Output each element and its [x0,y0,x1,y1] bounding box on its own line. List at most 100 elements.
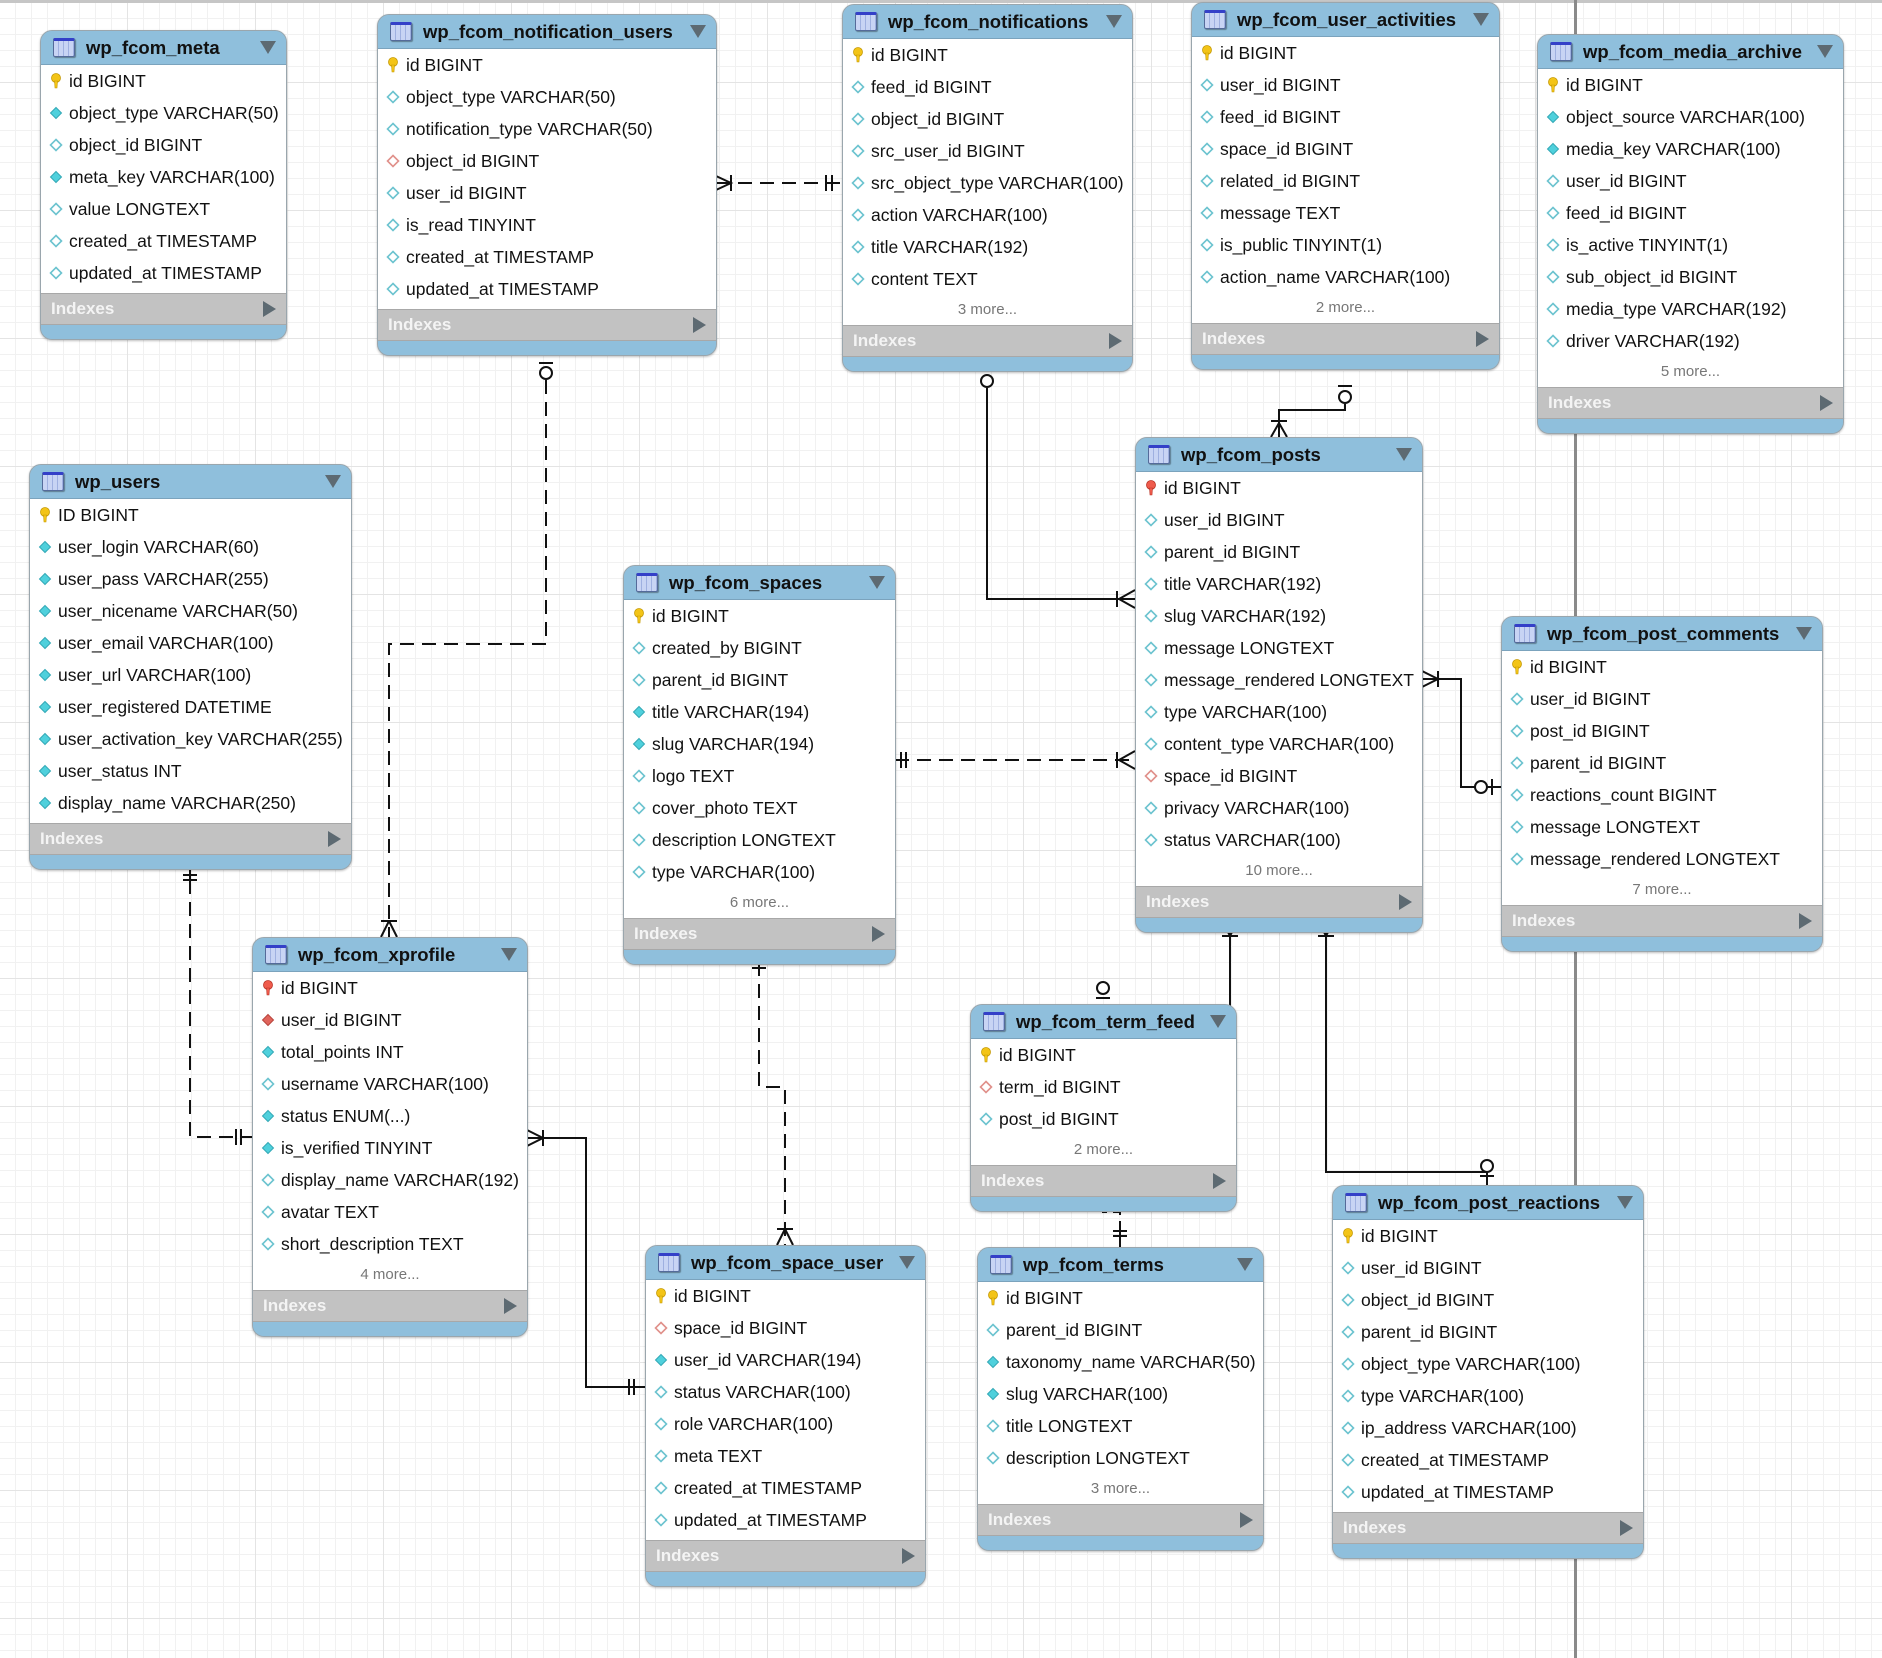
table-header[interactable]: wp_fcom_posts [1136,438,1422,472]
column-row[interactable]: type VARCHAR(100) [624,856,895,888]
indexes-section[interactable]: Indexes [41,293,286,325]
table-header[interactable]: wp_fcom_notification_users [378,15,716,49]
rel-spaces-space-user[interactable] [752,958,794,1246]
table-header[interactable]: wp_fcom_post_comments [1502,617,1822,651]
column-row[interactable]: object_id BIGINT [1333,1284,1643,1316]
column-row[interactable]: action VARCHAR(100) [843,199,1132,231]
column-row[interactable]: id BIGINT [1192,37,1499,69]
table-header[interactable]: wp_fcom_media_archive [1538,35,1843,69]
table-notifications[interactable]: wp_fcom_notifications id BIGINT feed_id BI… [842,4,1133,372]
column-row[interactable]: object_type VARCHAR(100) [1333,1348,1643,1380]
column-row[interactable]: description LONGTEXT [624,824,895,856]
collapse-toggle-icon[interactable] [1473,13,1489,26]
column-row[interactable]: driver VARCHAR(192) [1538,325,1843,357]
table-post-comments[interactable]: wp_fcom_post_comments id BIGINT user_id BI… [1501,616,1823,952]
column-row[interactable]: role VARCHAR(100) [646,1408,925,1440]
column-row[interactable]: id BIGINT [624,600,895,632]
table-user-activities[interactable]: wp_fcom_user_activities id BIGINT user_id … [1191,2,1500,370]
expand-arrow-icon[interactable] [902,1548,915,1564]
column-row[interactable]: space_id BIGINT [1192,133,1499,165]
table-header[interactable]: wp_fcom_terms [978,1248,1263,1282]
column-row[interactable]: user_url VARCHAR(100) [30,659,351,691]
column-row[interactable]: parent_id BIGINT [1333,1316,1643,1348]
column-row[interactable]: media_key VARCHAR(100) [1538,133,1843,165]
column-row[interactable]: id BIGINT [1333,1220,1643,1252]
expand-arrow-icon[interactable] [693,317,706,333]
expand-arrow-icon[interactable] [1240,1512,1253,1528]
column-row[interactable]: user_id BIGINT [378,177,716,209]
more-columns-link[interactable]: 2 more... [1192,293,1499,323]
column-row[interactable]: description LONGTEXT [978,1442,1263,1474]
collapse-toggle-icon[interactable] [325,475,341,488]
column-row[interactable]: user_pass VARCHAR(255) [30,563,351,595]
column-row[interactable]: type VARCHAR(100) [1136,696,1422,728]
table-header[interactable]: wp_fcom_meta [41,31,286,65]
column-row[interactable]: user_registered DATETIME [30,691,351,723]
column-row[interactable]: id BIGINT [843,39,1132,71]
table-meta[interactable]: wp_fcom_meta id BIGINT object_type VARCHAR… [40,30,287,340]
table-header[interactable]: wp_fcom_space_user [646,1246,925,1280]
column-row[interactable]: updated_at TIMESTAMP [378,273,716,305]
column-row[interactable]: display_name VARCHAR(192) [253,1164,527,1196]
collapse-toggle-icon[interactable] [869,576,885,589]
column-row[interactable]: updated_at TIMESTAMP [41,257,286,289]
more-columns-link[interactable]: 10 more... [1136,856,1422,886]
column-row[interactable]: id BIGINT [1136,472,1422,504]
more-columns-link[interactable]: 2 more... [971,1135,1236,1165]
column-row[interactable]: cover_photo TEXT [624,792,895,824]
column-row[interactable]: user_id VARCHAR(194) [646,1344,925,1376]
column-row[interactable]: message LONGTEXT [1136,632,1422,664]
more-columns-link[interactable]: 3 more... [978,1474,1263,1504]
column-row[interactable]: message_rendered LONGTEXT [1136,664,1422,696]
collapse-toggle-icon[interactable] [1817,45,1833,58]
column-row[interactable]: message_rendered LONGTEXT [1502,843,1822,875]
column-row[interactable]: user_id BIGINT [1333,1252,1643,1284]
column-row[interactable]: object_id BIGINT [378,145,716,177]
column-row[interactable]: user_email VARCHAR(100) [30,627,351,659]
table-header[interactable]: wp_users [30,465,351,499]
indexes-section[interactable]: Indexes [1333,1512,1643,1544]
column-row[interactable]: updated_at TIMESTAMP [646,1504,925,1536]
column-row[interactable]: short_description TEXT [253,1228,527,1260]
column-row[interactable]: is_active TINYINT(1) [1538,229,1843,261]
indexes-section[interactable]: Indexes [971,1165,1236,1197]
column-row[interactable]: sub_object_id BIGINT [1538,261,1843,293]
column-row[interactable]: media_type VARCHAR(192) [1538,293,1843,325]
rel-notif-users-xprofile[interactable] [380,362,553,938]
column-row[interactable]: object_id BIGINT [843,103,1132,135]
indexes-section[interactable]: Indexes [843,325,1132,357]
indexes-section[interactable]: Indexes [30,823,351,855]
collapse-toggle-icon[interactable] [260,41,276,54]
column-row[interactable]: parent_id BIGINT [1136,536,1422,568]
column-row[interactable]: slug VARCHAR(192) [1136,600,1422,632]
indexes-section[interactable]: Indexes [1192,323,1499,355]
indexes-section[interactable]: Indexes [624,918,895,950]
column-row[interactable]: id BIGINT [1502,651,1822,683]
expand-arrow-icon[interactable] [1213,1173,1226,1189]
collapse-toggle-icon[interactable] [1396,448,1412,461]
column-row[interactable]: id BIGINT [378,49,716,81]
column-row[interactable]: content_type VARCHAR(100) [1136,728,1422,760]
column-row[interactable]: privacy VARCHAR(100) [1136,792,1422,824]
table-space-user[interactable]: wp_fcom_space_user id BIGINT space_id BIGI… [645,1245,926,1587]
column-row[interactable]: parent_id BIGINT [1502,747,1822,779]
column-row[interactable]: status VARCHAR(100) [646,1376,925,1408]
column-row[interactable]: created_at TIMESTAMP [646,1472,925,1504]
column-row[interactable]: type VARCHAR(100) [1333,1380,1643,1412]
column-row[interactable]: title VARCHAR(192) [843,231,1132,263]
column-row[interactable]: user_id BIGINT [253,1004,527,1036]
more-columns-link[interactable]: 6 more... [624,888,895,918]
column-row[interactable]: object_type VARCHAR(50) [378,81,716,113]
table-header[interactable]: wp_fcom_spaces [624,566,895,600]
column-row[interactable]: logo TEXT [624,760,895,792]
table-terms[interactable]: wp_fcom_terms id BIGINT parent_id BIGINT ta… [977,1247,1264,1551]
rel-notifications-posts[interactable] [980,369,1136,609]
collapse-toggle-icon[interactable] [1106,15,1122,28]
collapse-toggle-icon[interactable] [899,1256,915,1269]
column-row[interactable]: user_id BIGINT [1136,504,1422,536]
column-row[interactable]: status VARCHAR(100) [1136,824,1422,856]
column-row[interactable]: username VARCHAR(100) [253,1068,527,1100]
table-media-archive[interactable]: wp_fcom_media_archive id BIGINT object_sou… [1537,34,1844,434]
column-row[interactable]: feed_id BIGINT [843,71,1132,103]
column-row[interactable]: feed_id BIGINT [1538,197,1843,229]
